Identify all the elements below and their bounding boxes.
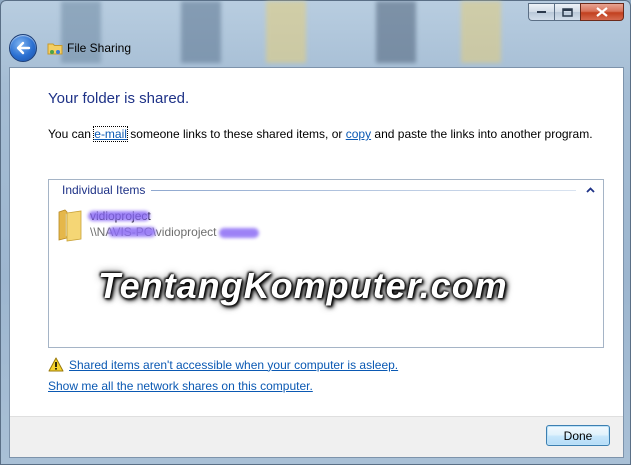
list-item[interactable]: vidioproject \\NAVIS-PC\vidioproject xyxy=(57,208,357,244)
sleep-warning: Shared items aren't accessible when your… xyxy=(48,357,398,372)
window-caption-buttons xyxy=(528,3,624,21)
description-text: and paste the links into another program… xyxy=(371,127,593,141)
group-header: Individual Items xyxy=(49,180,603,200)
maximize-icon xyxy=(562,7,573,17)
file-sharing-window: File Sharing Your folder is shared. You … xyxy=(0,0,631,465)
minimize-icon xyxy=(536,11,546,13)
privacy-blur xyxy=(108,227,156,237)
sleep-warning-link[interactable]: Shared items aren't accessible when your… xyxy=(69,358,398,372)
description-text: someone links to these shared items, or xyxy=(126,127,346,141)
share-description: You can e-mail someone links to these sh… xyxy=(48,126,593,142)
privacy-blur xyxy=(88,211,150,221)
back-arrow-icon xyxy=(16,41,31,55)
shared-items-list: Individual Items vidioproject \\NAVIS-PC… xyxy=(48,179,604,348)
copy-link[interactable]: copy xyxy=(346,127,371,141)
background-thumbnail xyxy=(376,1,416,63)
folder-icon xyxy=(58,209,82,242)
file-sharing-icon xyxy=(47,43,63,55)
minimize-button[interactable] xyxy=(528,3,554,21)
description-text: You can xyxy=(48,127,95,141)
page-title: Your folder is shared. xyxy=(48,90,190,107)
maximize-button[interactable] xyxy=(554,3,580,21)
watermark-text: TentangKomputer.com xyxy=(98,265,508,306)
background-thumbnail xyxy=(266,1,306,63)
done-button[interactable]: Done xyxy=(546,425,610,446)
background-thumbnail xyxy=(461,1,501,63)
close-button[interactable] xyxy=(580,3,624,21)
navigation-bar: File Sharing xyxy=(9,34,131,62)
email-link[interactable]: e-mail xyxy=(93,126,128,142)
group-divider xyxy=(151,189,576,191)
back-button[interactable] xyxy=(9,34,37,62)
collapse-group-button[interactable] xyxy=(584,184,596,196)
close-icon xyxy=(596,7,608,17)
warning-icon xyxy=(48,357,64,372)
background-thumbnail xyxy=(181,1,221,63)
group-title: Individual Items xyxy=(62,183,146,197)
dialog-footer: Done xyxy=(10,416,623,457)
chevron-up-icon xyxy=(585,187,595,193)
privacy-blur xyxy=(219,228,259,238)
show-network-shares-link[interactable]: Show me all the network shares on this c… xyxy=(48,379,313,393)
dialog-content: Your folder is shared. You can e-mail so… xyxy=(9,67,624,458)
window-title: File Sharing xyxy=(67,41,132,55)
